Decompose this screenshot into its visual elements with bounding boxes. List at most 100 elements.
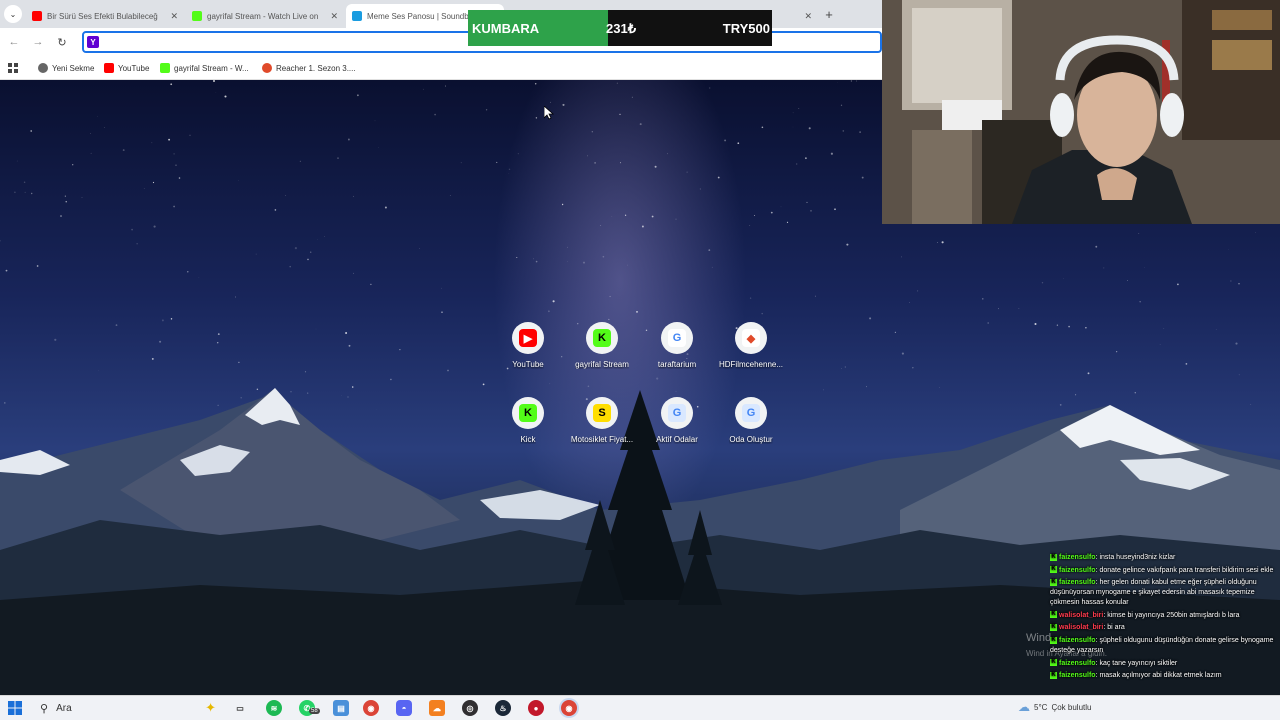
chrome-icon	[38, 63, 48, 73]
tab-0[interactable]: Bir Sürü Ses Efekti Bulabileceğ ✕	[26, 4, 184, 28]
kick-badge-icon: K	[1050, 566, 1057, 574]
copilot-sparkle-icon: ✦	[205, 700, 216, 715]
search-icon: ⚲	[40, 702, 49, 715]
bookmark-label: Reacher 1. Sezon 3....	[276, 63, 356, 73]
chat-message: Kfaizensulfo: şüpheli oldugunu düşündüğü…	[1050, 636, 1278, 656]
youtube-icon: ▶	[519, 329, 537, 347]
kumbara-label: KUMBARA	[472, 21, 540, 36]
discord-icon[interactable]: ◓	[396, 700, 412, 716]
kumbara-goal: TRY500	[722, 21, 770, 36]
kick-icon: K	[519, 404, 537, 422]
shortcut-glyph: S	[598, 407, 606, 419]
kick-icon: K	[593, 329, 611, 347]
tab-1[interactable]: gayrifal Stream - Watch Live on ✕	[186, 4, 344, 28]
bookmark-reacher[interactable]: Reacher 1. Sezon 3....	[262, 61, 356, 75]
shortcut-icon-bg: ▶	[512, 322, 544, 354]
obs-icon[interactable]: ◎	[462, 700, 478, 716]
task-view-icon[interactable]: ▭	[232, 700, 248, 716]
shortcut-icon-bg: G	[661, 322, 693, 354]
windows-activation-watermark: Wind	[1026, 632, 1052, 644]
tab-title: gayrifal Stream - Watch Live on	[207, 11, 319, 21]
app-icon[interactable]: ●	[528, 700, 544, 716]
back-icon[interactable]: ←	[6, 34, 22, 50]
cloud-icon: ☁	[1018, 700, 1030, 714]
spotify-icon[interactable]: ≋	[266, 700, 282, 716]
shortcut-gayrifal-stream[interactable]: K gayrifal Stream	[564, 316, 640, 386]
shortcut-label: Aktif Odalar	[656, 435, 698, 444]
youtube-icon	[104, 63, 114, 73]
apps-grid-icon[interactable]	[8, 61, 18, 75]
shortcut-icon-bg: G	[661, 397, 693, 429]
shortcut-label: Kick	[520, 435, 536, 444]
chat-message: Kfaizensulfo: kaç tane yayıncıyı siktile…	[1050, 659, 1278, 669]
bookmark-gayrifal-stream[interactable]: gayrifal Stream - W...	[160, 61, 249, 75]
chat-message: Kfaizensulfo: donate gelince vakıfpank p…	[1050, 566, 1278, 576]
screen: ⌄ Bir Sürü Ses Efekti Bulabileceğ ✕ gayr…	[0, 0, 1280, 720]
bookmark-label: Yeni Sekme	[52, 63, 95, 73]
shortcut-glyph: ◆	[746, 332, 756, 345]
shortcut-label: YouTube	[512, 360, 544, 369]
bookmarks-bar: Yeni Sekme YouTube gayrifal Stream - W..…	[0, 56, 882, 80]
kick-badge-icon: K	[1050, 578, 1057, 586]
kumbara-amount: 231₺	[606, 21, 636, 36]
yahoo-search-icon: Y	[87, 36, 99, 48]
shortcut-kick[interactable]: K Kick	[490, 391, 566, 461]
forward-icon[interactable]: →	[30, 34, 46, 50]
shortcut-glyph: K	[598, 332, 606, 344]
windows-start-icon[interactable]	[8, 701, 22, 715]
steam-icon[interactable]: ♨	[495, 700, 511, 716]
shortcut-youtube[interactable]: ▶ YouTube	[490, 316, 566, 386]
google-icon: G	[742, 404, 760, 422]
shortcut-icon-bg: G	[735, 397, 767, 429]
weather-desc: Çok bulutlu	[1051, 702, 1092, 712]
shortcut-label: HDFilmcehenne...	[718, 360, 784, 369]
cloud-app-icon[interactable]: ☁	[429, 700, 445, 716]
shortcut-label: Oda Oluştur	[729, 435, 773, 444]
bookmark-youtube[interactable]: YouTube	[104, 61, 149, 75]
shortcut-hdfilmcehennemi[interactable]: ◆ HDFilmcehenne...	[713, 316, 789, 386]
chat-username: faizensulfo	[1059, 566, 1096, 574]
new-tab-button[interactable]: +	[820, 5, 838, 23]
kick-badge-icon: K	[1050, 659, 1057, 667]
shortcut-icon-bg: ◆	[735, 322, 767, 354]
chrome-icon[interactable]: ◉	[363, 700, 379, 716]
tab-search-button[interactable]: ⌄	[4, 5, 22, 23]
chat-message: Kwalisolat_biri: bi ara	[1050, 623, 1278, 633]
kick-icon	[192, 11, 202, 21]
chat-username: faizensulfo	[1059, 659, 1096, 667]
taskbar-search[interactable]: ⚲ Ara ✦	[32, 697, 222, 719]
reload-icon[interactable]: ↻	[54, 34, 70, 50]
shortcut-aktif-odalar[interactable]: G Aktif Odalar	[639, 391, 715, 461]
hdfilm-icon	[262, 63, 272, 73]
kumbara-donation-goal: KUMBARA 231₺ TRY500	[468, 10, 772, 46]
shortcut-label: gayrifal Stream	[575, 360, 629, 369]
close-icon[interactable]: ✕	[804, 11, 812, 22]
mouse-cursor-icon	[544, 106, 554, 120]
close-icon[interactable]: ✕	[170, 11, 178, 22]
chat-message: Kwalisolat_biri: kimse bi yayıncıya 250b…	[1050, 611, 1278, 621]
shortcut-glyph: K	[524, 407, 532, 419]
chat-username: faizensulfo	[1059, 636, 1096, 644]
webcam-feed	[882, 0, 1280, 224]
chrome-icon[interactable]: ◉	[561, 700, 577, 716]
chat-text: : masak açılmıyor abi dikkat etmek lazım	[1095, 672, 1222, 680]
weather-widget[interactable]: ☁ 5°C Çok bulutlu	[1018, 700, 1091, 714]
tab-title: Meme Ses Panosu | Soundbo	[367, 11, 474, 21]
chat-text: : kimse bi yayıncıya 250bin atmışlardı b…	[1103, 611, 1240, 619]
close-icon[interactable]: ✕	[330, 11, 338, 22]
kick-badge-icon: K	[1050, 671, 1057, 679]
shortcut-oda-olustur[interactable]: G Oda Oluştur	[713, 391, 789, 461]
tab-title: Bir Sürü Ses Efekti Bulabileceğ	[47, 11, 158, 21]
kick-icon	[160, 63, 170, 73]
whatsapp-badge: 58	[309, 708, 320, 714]
weather-temp: 5°C	[1034, 702, 1048, 712]
shortcut-icon-bg: S	[586, 397, 618, 429]
shortcut-motosiklet-fiyat[interactable]: S Motosiklet Fiyat...	[564, 391, 640, 461]
bookmark-label: YouTube	[118, 63, 150, 73]
shortcut-glyph: G	[672, 332, 682, 344]
files-icon[interactable]: ▤	[333, 700, 349, 716]
shortcut-taraftarium[interactable]: G taraftarium	[639, 316, 715, 386]
shortcut-label: taraftarium	[657, 360, 697, 369]
shortcut-label: Motosiklet Fiyat...	[570, 435, 634, 444]
bookmark-yeni-sekme[interactable]: Yeni Sekme	[38, 61, 94, 75]
